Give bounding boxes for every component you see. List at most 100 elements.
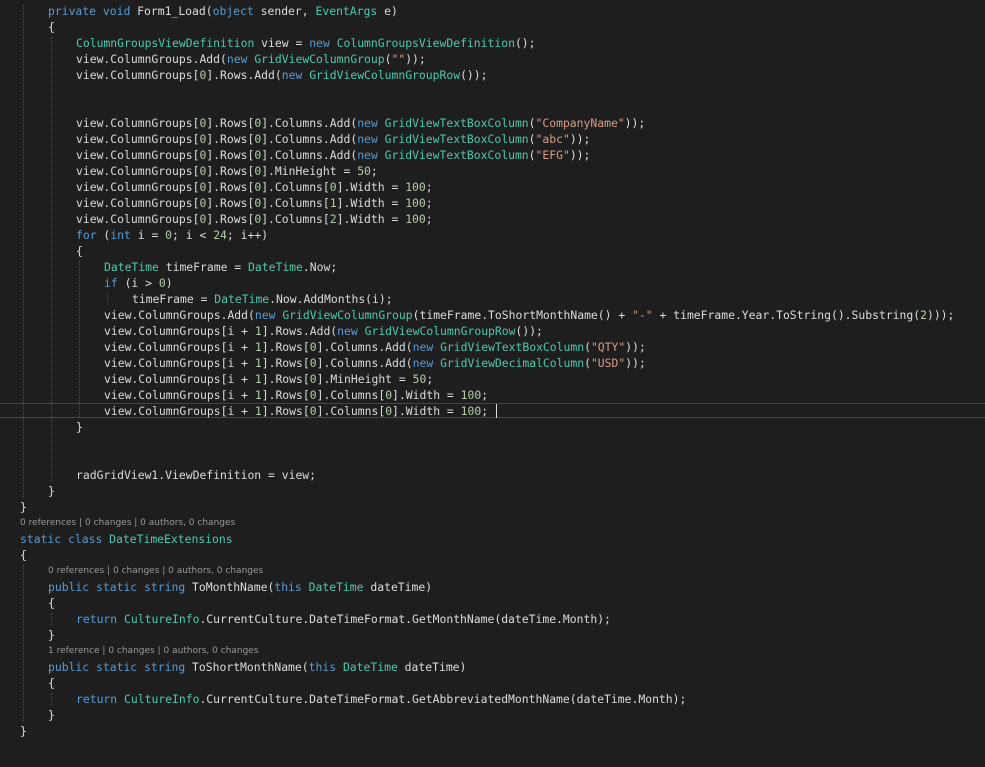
codelens-references[interactable]: 0 references | 0 changes | 0 authors, 0 … bbox=[48, 565, 263, 577]
code-token: ; bbox=[481, 388, 489, 402]
code-line[interactable]: } bbox=[20, 499, 27, 515]
indent-guide bbox=[51, 693, 52, 705]
code-token: view.ColumnGroups[ bbox=[76, 68, 200, 82]
code-line[interactable]: { bbox=[20, 547, 27, 563]
code-line[interactable]: view.ColumnGroups[0].Rows[0].Columns[1].… bbox=[76, 195, 433, 211]
code-line[interactable]: public static string ToShortMonthName(th… bbox=[48, 659, 466, 675]
code-token: view.ColumnGroups[ bbox=[76, 116, 200, 130]
code-line[interactable]: view.ColumnGroups[i + 1].Rows[0].Columns… bbox=[104, 387, 488, 403]
code-token: 1 bbox=[254, 372, 262, 386]
code-line[interactable]: radGridView1.ViewDefinition = view; bbox=[76, 467, 316, 483]
code-line[interactable]: } bbox=[48, 483, 55, 499]
code-token: { bbox=[20, 548, 27, 562]
code-token: e) bbox=[377, 4, 398, 18]
code-line[interactable]: } bbox=[76, 419, 83, 435]
code-line[interactable]: } bbox=[20, 723, 27, 739]
code-line[interactable]: view.ColumnGroups[0].Rows[0].Columns.Add… bbox=[76, 131, 590, 147]
code-token: + timeFrame.Year.ToString().Substring( bbox=[652, 308, 921, 322]
code-line[interactable]: view.ColumnGroups.Add(new GridViewColumn… bbox=[104, 307, 954, 323]
code-line[interactable]: view.ColumnGroups[i + 1].Rows[0].Columns… bbox=[104, 339, 646, 355]
code-token: ( bbox=[528, 116, 536, 130]
code-token: } bbox=[20, 724, 27, 738]
code-token: void bbox=[102, 4, 131, 18]
code-token: ; bbox=[425, 196, 433, 210]
code-token: ].Columns.Add( bbox=[261, 132, 358, 146]
code-token: ].Columns.Add( bbox=[261, 148, 358, 162]
code-token: view.ColumnGroups[ bbox=[76, 212, 200, 226]
code-token: ColumnGroupsViewDefinition bbox=[336, 36, 515, 50]
code-token: ].Rows[ bbox=[206, 116, 255, 130]
code-line[interactable]: view.ColumnGroups[0].Rows.Add(new GridVi… bbox=[76, 67, 488, 83]
code-line[interactable]: return CultureInfo.CurrentCulture.DateTi… bbox=[76, 691, 686, 707]
code-token: new bbox=[337, 324, 358, 338]
code-line[interactable]: { bbox=[48, 675, 55, 691]
code-line[interactable]: view.ColumnGroups[i + 1].Rows.Add(new Gr… bbox=[104, 323, 543, 339]
code-token: ].Rows[ bbox=[206, 148, 255, 162]
code-line[interactable]: view.ColumnGroups[0].Rows[0].MinHeight =… bbox=[76, 163, 378, 179]
code-token: 100 bbox=[460, 388, 482, 402]
code-line[interactable]: static class DateTimeExtensions bbox=[20, 531, 233, 547]
code-token: dateTime) bbox=[397, 660, 467, 674]
code-line[interactable]: { bbox=[76, 243, 83, 259]
code-token: if bbox=[104, 276, 118, 290]
code-token: DateTimeExtensions bbox=[109, 532, 233, 546]
code-token: { bbox=[48, 676, 55, 690]
codelens-references[interactable]: 0 references | 0 changes | 0 authors, 0 … bbox=[20, 517, 235, 529]
code-token: ].MinHeight = bbox=[316, 372, 413, 386]
code-token: GridViewTextBoxColumn bbox=[384, 148, 529, 162]
code-line[interactable]: return CultureInfo.CurrentCulture.DateTi… bbox=[76, 611, 611, 627]
code-line[interactable]: view.ColumnGroups[i + 1].Rows[0].Columns… bbox=[104, 403, 488, 419]
text-caret bbox=[496, 404, 497, 418]
code-line[interactable]: view.ColumnGroups[0].Rows[0].Columns[2].… bbox=[76, 211, 433, 227]
code-token: new bbox=[412, 340, 434, 354]
code-token: view.ColumnGroups[ bbox=[76, 164, 200, 178]
code-line[interactable]: view.ColumnGroups.Add(new GridViewColumn… bbox=[76, 51, 426, 67]
code-token: ( bbox=[96, 228, 111, 242]
code-token: } bbox=[48, 708, 55, 722]
code-token: 1 bbox=[254, 356, 262, 370]
codelens-references[interactable]: 1 reference | 0 changes | 0 authors, 0 c… bbox=[48, 645, 259, 657]
code-line[interactable]: view.ColumnGroups[0].Rows[0].Columns.Add… bbox=[76, 115, 645, 131]
code-line[interactable]: ColumnGroupsViewDefinition view = new Co… bbox=[76, 35, 536, 51]
code-token: view.ColumnGroups[ bbox=[76, 196, 200, 210]
code-token: this bbox=[308, 660, 337, 674]
code-line[interactable]: view.ColumnGroups[0].Rows[0].Columns[0].… bbox=[76, 179, 433, 195]
code-token: Form1_Load( bbox=[130, 4, 213, 18]
code-token: view.ColumnGroups[i + bbox=[104, 372, 255, 386]
code-line[interactable]: if (i > 0) bbox=[104, 275, 173, 291]
code-token: ].Rows[ bbox=[206, 212, 255, 226]
indent-guide bbox=[107, 293, 108, 305]
code-line[interactable]: { bbox=[48, 19, 55, 35]
code-line[interactable]: } bbox=[48, 627, 55, 643]
code-line[interactable]: view.ColumnGroups[i + 1].Rows[0].Columns… bbox=[104, 355, 646, 371]
code-token: view.ColumnGroups[i + bbox=[104, 404, 255, 418]
code-line[interactable]: view.ColumnGroups[0].Rows[0].Columns.Add… bbox=[76, 147, 590, 163]
code-line[interactable]: private void Form1_Load(object sender, E… bbox=[48, 3, 398, 19]
code-token: GridViewTextBoxColumn bbox=[440, 340, 585, 354]
code-token: ].Rows[ bbox=[206, 196, 255, 210]
code-token: ()); bbox=[460, 68, 488, 82]
code-token: public bbox=[48, 580, 90, 594]
code-line[interactable]: timeFrame = DateTime.Now.AddMonths(i); bbox=[132, 291, 393, 307]
code-line[interactable]: for (int i = 0; i < 24; i++) bbox=[76, 227, 268, 243]
code-line[interactable]: { bbox=[48, 595, 55, 611]
code-line[interactable]: view.ColumnGroups[i + 1].Rows[0].MinHeig… bbox=[104, 371, 433, 387]
code-token: 0 bbox=[309, 388, 317, 402]
code-token: EventArgs bbox=[315, 4, 378, 18]
code-line[interactable]: DateTime timeFrame = DateTime.Now; bbox=[104, 259, 337, 275]
indent-guide bbox=[23, 5, 24, 497]
code-token: )); bbox=[625, 340, 646, 354]
code-token: )); bbox=[569, 148, 591, 162]
code-line[interactable]: } bbox=[48, 707, 55, 723]
code-token: 1 bbox=[254, 324, 262, 338]
code-editor[interactable]: private void Form1_Load(object sender, E… bbox=[0, 0, 985, 767]
code-token: 0 bbox=[309, 340, 317, 354]
code-line[interactable]: public static string ToMonthName(this Da… bbox=[48, 579, 432, 595]
code-token: ].Columns[ bbox=[316, 404, 386, 418]
code-token: view.ColumnGroups[i + bbox=[104, 340, 255, 354]
